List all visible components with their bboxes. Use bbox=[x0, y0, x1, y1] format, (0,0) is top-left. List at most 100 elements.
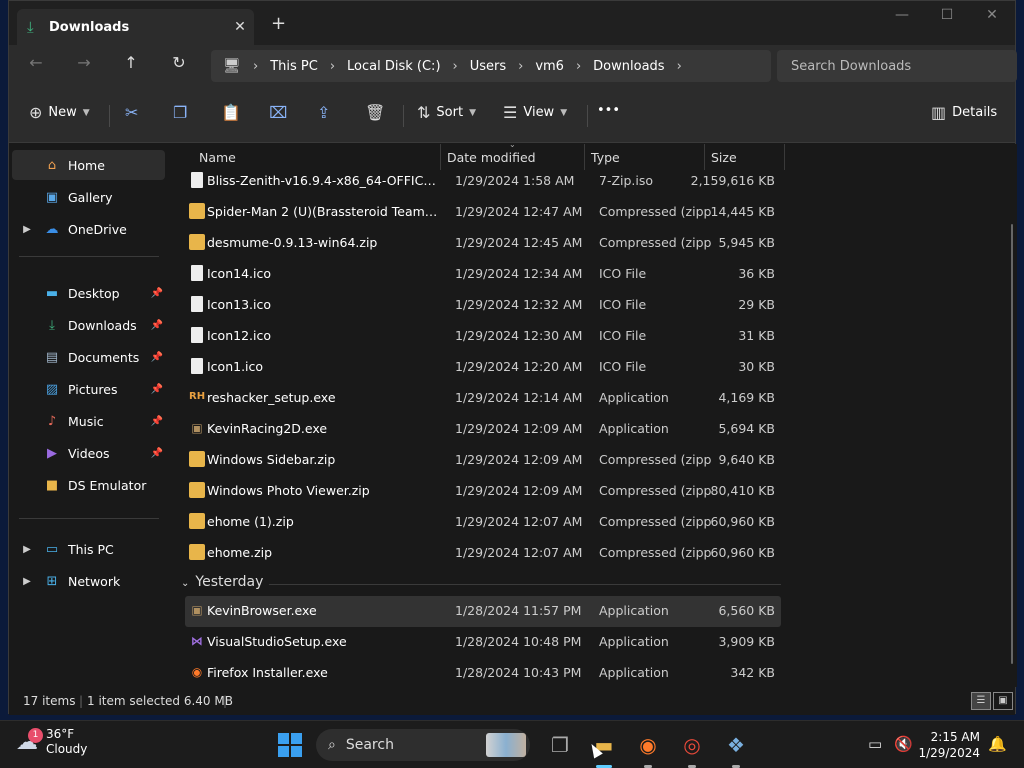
notification-bell-icon[interactable]: 🔔 bbox=[988, 735, 1007, 753]
weather-description: Cloudy bbox=[46, 742, 88, 756]
file-row[interactable]: ▣ KevinBrowser.exe 1/28/2024 11:57 PM Appli… bbox=[185, 596, 781, 627]
file-row[interactable]: Windows Photo Viewer.zip 1/29/2024 12:09 … bbox=[185, 476, 781, 507]
cut-button[interactable]: ✂ bbox=[125, 103, 138, 122]
zip-folder-icon bbox=[189, 234, 205, 250]
sidebar-item-onedrive[interactable]: ▶ ☁ OneDrive bbox=[12, 214, 165, 244]
sidebar-item-network[interactable]: ▶ ⊞ Network bbox=[12, 566, 165, 596]
breadcrumb-this-pc[interactable]: This PC bbox=[260, 59, 328, 74]
chevron-down-icon: ▼ bbox=[560, 107, 568, 118]
file-row[interactable]: Icon1.ico 1/29/2024 12:20 AM ICO File 30 KB bbox=[185, 352, 781, 383]
file-row[interactable]: ◉ Firefox Installer.exe 1/28/2024 10:43 PM… bbox=[185, 658, 781, 689]
chrome-taskbar-button[interactable]: ◎ bbox=[678, 731, 706, 768]
file-row[interactable]: Icon12.ico 1/29/2024 12:30 AM ICO File 31 K… bbox=[185, 321, 781, 352]
vertical-scrollbar[interactable] bbox=[1011, 224, 1013, 664]
scissors-icon: ✂ bbox=[125, 103, 139, 122]
breadcrumb[interactable]: 🖥 › This PC › Local Disk (C:) › Users › … bbox=[211, 50, 771, 82]
paste-button[interactable]: 📋 bbox=[221, 103, 241, 122]
column-header-type[interactable]: Type bbox=[591, 150, 620, 165]
file-row[interactable]: RH reshacker_setup.exe 1/29/2024 12:14 AM A… bbox=[185, 383, 781, 414]
windows-logo-icon bbox=[278, 733, 289, 744]
more-options-button[interactable]: ••• bbox=[597, 103, 620, 118]
refresh-button[interactable]: ↻ bbox=[164, 53, 194, 72]
network-tray-icon[interactable]: ▭ bbox=[868, 735, 882, 753]
delete-button[interactable]: 🗑 bbox=[365, 103, 385, 122]
sidebar-item-ds-emulator[interactable]: ■ DS Emulator bbox=[12, 470, 165, 500]
sidebar-item-this-pc[interactable]: ▶ ▭ This PC bbox=[12, 534, 165, 564]
file-row[interactable]: Icon14.ico 1/29/2024 12:34 AM ICO File 36 K… bbox=[185, 259, 781, 290]
chevron-right-icon[interactable]: › bbox=[251, 59, 260, 74]
file-row[interactable]: ehome.zip 1/29/2024 12:07 AM Compressed (z… bbox=[185, 538, 781, 569]
column-divider[interactable] bbox=[784, 144, 785, 170]
column-header-date[interactable]: Date modified bbox=[447, 150, 536, 165]
system-clock[interactable]: 2:15 AM 1/29/2024 bbox=[916, 729, 980, 761]
forward-button[interactable]: → bbox=[69, 53, 99, 72]
clipboard-icon: 📋 bbox=[221, 103, 241, 122]
file-row[interactable]: ▣ KevinRacing2D.exe 1/29/2024 12:09 AM Appl… bbox=[185, 414, 781, 445]
rename-button[interactable]: ⌧ bbox=[269, 103, 287, 122]
file-row[interactable]: ⋈ VisualStudioSetup.exe 1/28/2024 10:48 PM… bbox=[185, 627, 781, 658]
chevron-right-icon[interactable]: › bbox=[451, 59, 460, 74]
copy-button[interactable]: ❐ bbox=[173, 103, 187, 122]
share-button[interactable]: ⇪ bbox=[317, 103, 330, 122]
file-type: Compressed (zipp... bbox=[599, 452, 711, 467]
sidebar-item-label: Pictures bbox=[68, 381, 118, 397]
close-window-button[interactable]: ✕ bbox=[969, 7, 1015, 23]
start-button[interactable] bbox=[278, 733, 302, 757]
firefox-taskbar-button[interactable]: ◉ bbox=[634, 731, 662, 768]
sidebar-item-downloads[interactable]: ⤓ Downloads 📌 bbox=[12, 310, 165, 340]
chevron-right-icon[interactable]: › bbox=[574, 59, 583, 74]
file-icon bbox=[191, 358, 203, 374]
breadcrumb-vm6[interactable]: vm6 bbox=[525, 59, 574, 74]
sidebar-item-pictures[interactable]: ▨ Pictures 📌 bbox=[12, 374, 165, 404]
volume-muted-icon[interactable]: 🔇 bbox=[894, 735, 913, 753]
file-type: Application bbox=[599, 603, 669, 618]
sidebar-item-desktop[interactable]: ▬ Desktop 📌 bbox=[12, 278, 165, 308]
minimize-button[interactable]: — bbox=[879, 7, 925, 23]
maximize-button[interactable]: ☐ bbox=[924, 7, 970, 23]
back-button[interactable]: ← bbox=[21, 53, 51, 72]
task-view-button[interactable]: ❐ bbox=[546, 731, 574, 759]
chevron-right-icon[interactable]: › bbox=[516, 59, 525, 74]
close-tab-icon[interactable]: ✕ bbox=[226, 19, 254, 35]
new-tab-button[interactable]: + bbox=[271, 13, 286, 34]
file-row[interactable]: Spider-Man 2 (U)(Brassteroid Team).zip 1/… bbox=[185, 197, 781, 228]
chevron-right-icon[interactable]: › bbox=[328, 59, 337, 74]
app-taskbar-button[interactable]: ❖ bbox=[722, 731, 750, 768]
plus-circle-icon: ⊕ bbox=[29, 103, 43, 122]
chevron-right-icon[interactable]: ▶ bbox=[12, 544, 42, 555]
sidebar-item-documents[interactable]: ▤ Documents 📌 bbox=[12, 342, 165, 372]
sidebar-item-gallery[interactable]: ▣ Gallery bbox=[12, 182, 165, 212]
sort-button[interactable]: ⇅ Sort ▼ bbox=[417, 103, 476, 122]
view-button[interactable]: ☰ View ▼ bbox=[503, 103, 567, 122]
column-header-name[interactable]: Name bbox=[199, 150, 236, 165]
file-row[interactable]: Windows Sidebar.zip 1/29/2024 12:09 AM Com… bbox=[185, 445, 781, 476]
file-row[interactable]: ehome (1).zip 1/29/2024 12:07 AM Compresse… bbox=[185, 507, 781, 538]
sidebar-item-videos[interactable]: ▶ Videos 📌 bbox=[12, 438, 165, 468]
taskbar-search[interactable]: ⌕ Search bbox=[316, 729, 530, 761]
file-size: 3,909 KB bbox=[718, 634, 775, 649]
chevron-right-icon[interactable]: ▶ bbox=[12, 576, 42, 587]
details-view-button[interactable]: ☰ bbox=[971, 692, 991, 710]
new-button[interactable]: ⊕ New ▼ bbox=[29, 103, 90, 122]
chevron-right-icon[interactable]: › bbox=[675, 59, 684, 74]
file-type: Application bbox=[599, 421, 669, 436]
file-row[interactable]: Icon13.ico 1/29/2024 12:32 AM ICO File 29 K… bbox=[185, 290, 781, 321]
column-header-size[interactable]: Size bbox=[711, 150, 737, 165]
sidebar-item-home[interactable]: ⌂ Home bbox=[12, 150, 165, 180]
weather-widget[interactable]: ☁ 1 36°F Cloudy bbox=[16, 727, 87, 757]
file-type: Compressed (zipp... bbox=[599, 545, 711, 560]
tiles-view-button[interactable]: ▣ bbox=[993, 692, 1013, 710]
group-header-yesterday[interactable]: ⌄ Yesterday bbox=[181, 574, 263, 590]
tab-downloads[interactable]: ⤓ Downloads ✕ bbox=[17, 9, 254, 45]
sidebar-item-music[interactable]: ♪ Music 📌 bbox=[12, 406, 165, 436]
chevron-right-icon[interactable]: ▶ bbox=[12, 224, 42, 235]
up-button[interactable]: ↑ bbox=[116, 53, 146, 72]
file-row[interactable]: Bliss-Zenith-v16.9.4-x86_64-OFFICIAL-fos… bbox=[185, 166, 781, 197]
file-row[interactable]: desmume-0.9.13-win64.zip 1/29/2024 12:45 … bbox=[185, 228, 781, 259]
search-input[interactable]: Search Downloads bbox=[777, 50, 1017, 82]
breadcrumb-downloads[interactable]: Downloads bbox=[583, 59, 674, 74]
breadcrumb-local-disk[interactable]: Local Disk (C:) bbox=[337, 59, 450, 74]
pin-icon: 📌 bbox=[150, 319, 163, 331]
details-button[interactable]: ▥ Details bbox=[931, 103, 997, 122]
breadcrumb-users[interactable]: Users bbox=[460, 59, 516, 74]
